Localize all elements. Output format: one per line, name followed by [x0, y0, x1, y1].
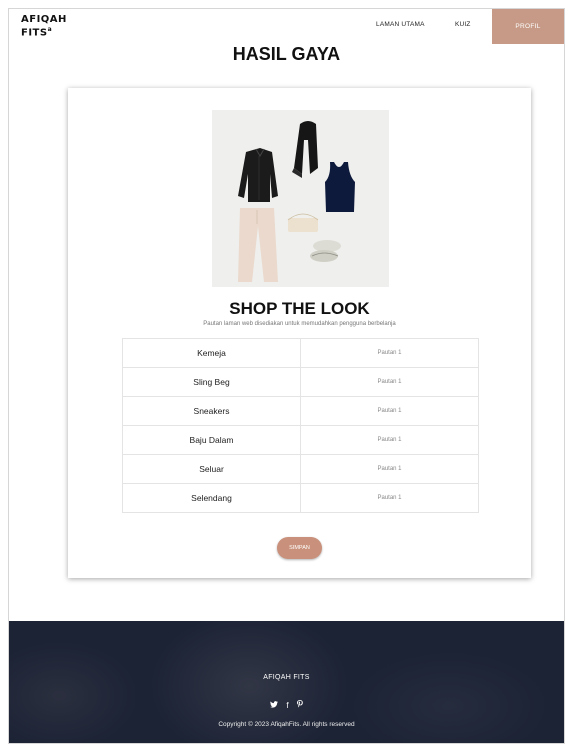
item-link[interactable]: Pautan 1	[300, 425, 479, 455]
item-link[interactable]: Pautan 1	[300, 454, 479, 484]
item-name: Selendang	[122, 483, 301, 513]
item-link[interactable]: Pautan 1	[300, 396, 479, 426]
item-link[interactable]: Pautan 1	[300, 338, 479, 368]
trousers-illustration	[238, 208, 278, 282]
footer: AFIQAH FITS f Copyright © 2023 AfiqahFit…	[9, 621, 564, 743]
table-row: Baju Dalam Pautan 1	[122, 425, 479, 455]
header: AFIQAH FITSa LAMAN UTAMA KUIZ PROFIL	[9, 9, 564, 47]
shopping-links-table: Kemeja Pautan 1 Sling Beg Pautan 1 Sneak…	[122, 338, 479, 513]
twitter-icon[interactable]	[269, 701, 278, 710]
item-name: Sneakers	[122, 396, 301, 426]
item-link[interactable]: Pautan 1	[300, 367, 479, 397]
bag-illustration	[287, 213, 319, 232]
nav-quiz[interactable]: KUIZ	[455, 21, 471, 28]
footer-brand: AFIQAH FITS	[263, 674, 310, 681]
page-title: HASIL GAYA	[232, 44, 341, 64]
logo-mark: a	[47, 26, 53, 33]
logo[interactable]: AFIQAH FITSa	[21, 15, 67, 38]
page: AFIQAH FITSa LAMAN UTAMA KUIZ PROFIL HAS…	[8, 8, 565, 744]
shirt-illustration	[238, 148, 278, 202]
table-row: Seluar Pautan 1	[122, 454, 479, 484]
item-link[interactable]: Pautan 1	[300, 483, 479, 513]
copyright: Copyright © 2023 AfiqahFits. All rights …	[218, 721, 355, 728]
table-row: Sneakers Pautan 1	[122, 396, 479, 426]
table-row: Selendang Pautan 1	[122, 483, 479, 513]
outfit-image	[212, 110, 389, 287]
tank-top-illustration	[325, 162, 355, 212]
item-name: Sling Beg	[122, 367, 301, 397]
nav-profile-button[interactable]: PROFIL	[492, 9, 564, 44]
sneakers-illustration	[310, 240, 341, 262]
item-name: Baju Dalam	[122, 425, 301, 455]
social-links: f	[9, 695, 564, 713]
scarf-illustration	[292, 121, 318, 178]
logo-line-2: FITS	[21, 27, 48, 39]
table-row: Sling Beg Pautan 1	[122, 367, 479, 397]
logo-line-1: AFIQAH	[21, 14, 67, 25]
item-name: Seluar	[122, 454, 301, 484]
footer-background-shade	[9, 641, 139, 743]
shop-the-look-subtitle: Pautan laman web disediakan untuk memuda…	[203, 321, 396, 327]
save-button[interactable]: SIMPAN	[277, 537, 322, 559]
pinterest-icon[interactable]	[297, 700, 303, 710]
facebook-icon[interactable]: f	[286, 701, 288, 710]
table-row: Kemeja Pautan 1	[122, 338, 479, 368]
nav-home[interactable]: LAMAN UTAMA	[376, 21, 425, 28]
result-card: SHOP THE LOOK Pautan laman web disediaka…	[68, 88, 531, 578]
shop-the-look-title: SHOP THE LOOK	[229, 299, 370, 318]
item-name: Kemeja	[122, 338, 301, 368]
